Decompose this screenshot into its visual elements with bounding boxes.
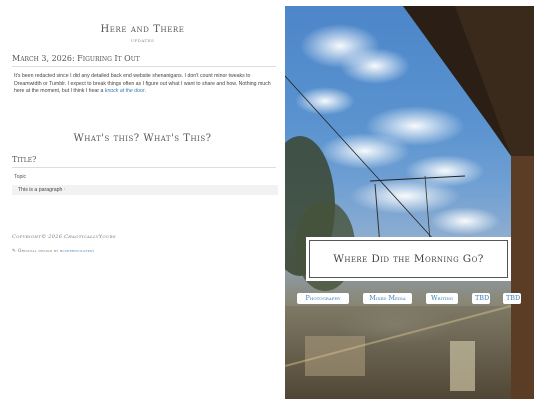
banner-frame: Where Did the Morning Go? [309, 240, 508, 278]
photo-title-banner: Where Did the Morning Go? [306, 237, 511, 281]
paragraph-mark: ¹ [63, 187, 66, 193]
nav-photography[interactable]: Photography [297, 293, 349, 304]
about-heading: What's this? What's This? [73, 133, 212, 144]
nav-mixed-media[interactable]: Mixed Media [363, 293, 412, 304]
design-credit: ✎ Original design by bluepencilgypsy [12, 248, 94, 254]
nav-tbd-1[interactable]: TBD [472, 293, 490, 304]
site-subtitle: updates [130, 38, 155, 44]
post-title[interactable]: March 3, 2026: Figuring It Out [12, 54, 276, 67]
topic-label: Topic [14, 174, 27, 180]
nav-tbd-2[interactable]: TBD [503, 293, 521, 304]
content-column: Here and There updates March 3, 2026: Fi… [0, 0, 285, 405]
pencil-icon: ✎ [12, 249, 16, 254]
section-title: Title? [12, 155, 276, 168]
banner-title: Where Did the Morning Go? [333, 253, 484, 265]
paragraph-text: This is a paragraph [18, 187, 63, 193]
sky-photo-illustration [285, 6, 534, 399]
post-body: It's been redacted since I did any detai… [14, 73, 276, 96]
knock-at-door-link[interactable]: knock at the door [105, 88, 145, 94]
paragraph-box: This is a paragraph ¹ [12, 185, 278, 195]
post-body-end: . [144, 88, 147, 95]
nav-writing[interactable]: Writing [426, 293, 458, 304]
header-photo [285, 6, 534, 399]
designer-link[interactable]: bluepencilgypsy [60, 248, 94, 253]
design-credit-prefix: Original design by [17, 248, 61, 253]
copyright-text: Copyright© 2026 ChaoticallyYours [12, 234, 116, 240]
site-title[interactable]: Here and There [0, 24, 285, 35]
